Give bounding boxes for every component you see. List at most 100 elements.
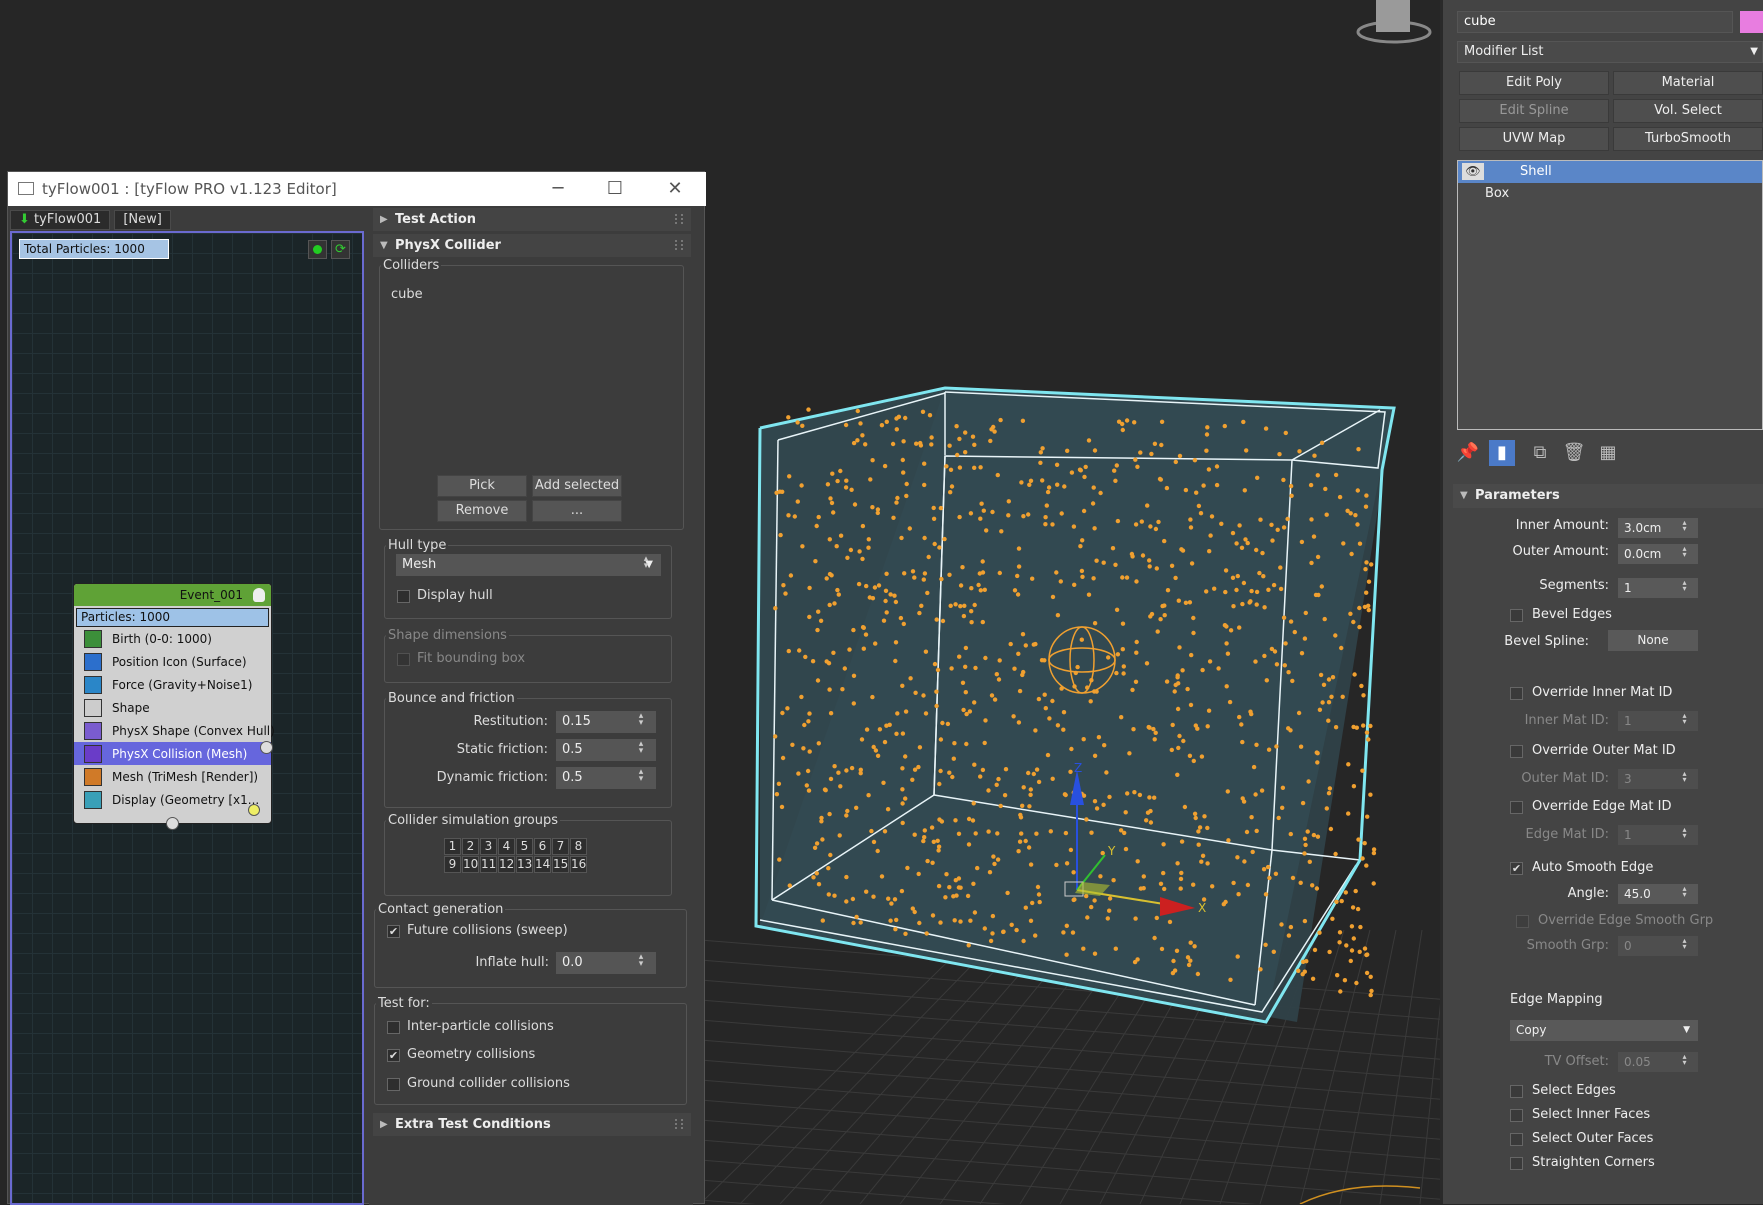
object-name-field[interactable]: cube	[1457, 11, 1733, 33]
flow-graph[interactable]: Total Particles: 1000 ⟳ Event_001 Partic…	[10, 231, 364, 1205]
eye-icon[interactable]: 👁	[1462, 163, 1484, 180]
event-header[interactable]: Event_001	[74, 584, 271, 606]
operator-item[interactable]: Mesh (TriMesh [Render])	[74, 765, 271, 788]
modifier-button[interactable]: Edit Spline	[1459, 99, 1609, 123]
edge-mapping-dropdown[interactable]: Copy ▼	[1510, 1020, 1698, 1041]
operator-item[interactable]: PhysX Shape (Convex Hull)	[74, 719, 275, 742]
modifier-stack[interactable]: 👁 Shell Box	[1457, 160, 1763, 430]
modifier-button[interactable]: TurboSmooth	[1613, 127, 1763, 151]
stack-item-shell[interactable]: 👁 Shell	[1458, 161, 1762, 183]
simulation-group-button[interactable]: 8	[570, 838, 587, 855]
fit-bounding-box-checkbox[interactable]	[397, 653, 410, 666]
pin-stack-icon[interactable]: 📌	[1455, 440, 1481, 466]
override-edge-checkbox[interactable]	[1510, 801, 1523, 814]
add-selected-button[interactable]: Add selected	[532, 475, 622, 497]
object-color-swatch[interactable]	[1740, 11, 1763, 33]
bevel-spline-button[interactable]: None	[1608, 630, 1698, 651]
output-port[interactable]	[260, 741, 273, 754]
simulation-group-button[interactable]: 16	[570, 856, 587, 873]
override-outer-checkbox[interactable]	[1510, 745, 1523, 758]
simulation-group-button[interactable]: 13	[516, 856, 533, 873]
simulation-group-button[interactable]: 3	[480, 838, 497, 855]
simulation-group-button[interactable]: 9	[444, 856, 461, 873]
enable-icon[interactable]	[308, 240, 327, 259]
simulation-group-button[interactable]: 2	[462, 838, 479, 855]
operator-item[interactable]: Force (Gravity+Noise1)	[74, 673, 271, 696]
outer-mat-spinner[interactable]: 3	[1618, 769, 1698, 789]
inflate-hull-spinner[interactable]: 0.0	[556, 952, 656, 974]
simulation-group-button[interactable]: 14	[534, 856, 551, 873]
auto-smooth-checkbox[interactable]: ✔	[1510, 862, 1523, 875]
inner-amount-spinner[interactable]: 3.0cm	[1618, 518, 1698, 538]
rollout-extra-test-conditions[interactable]: ▶ Extra Test Conditions	[373, 1113, 691, 1136]
collider-item[interactable]: cube	[391, 287, 423, 302]
operator-item[interactable]: Birth (0-0: 1000)	[74, 627, 271, 650]
override-inner-checkbox[interactable]	[1510, 687, 1523, 700]
simulation-group-button[interactable]: 10	[462, 856, 479, 873]
simulation-group-button[interactable]: 7	[552, 838, 569, 855]
modifier-button[interactable]: Material	[1613, 71, 1763, 95]
stack-item-box[interactable]: Box	[1458, 183, 1762, 205]
simulation-group-button[interactable]: 15	[552, 856, 569, 873]
hull-type-dropdown[interactable]: Mesh ▼	[396, 554, 661, 576]
simulation-group-button[interactable]: 4	[498, 838, 515, 855]
remove-button[interactable]: Remove	[437, 500, 527, 522]
make-unique-icon[interactable]: ⧉	[1527, 440, 1553, 466]
geometry-collisions-checkbox[interactable]: ✔	[387, 1049, 400, 1062]
pick-button[interactable]: Pick	[437, 475, 527, 497]
particle	[1162, 613, 1167, 618]
edge-mat-spinner[interactable]: 1	[1618, 825, 1698, 845]
rollout-physx-collider[interactable]: ▼ PhysX Collider	[373, 234, 691, 257]
parameters-rollout[interactable]: ▼ Parameters	[1453, 484, 1763, 508]
minimize-icon[interactable]: ─	[539, 176, 577, 202]
simulation-group-button[interactable]: 12	[498, 856, 515, 873]
ground-collisions-checkbox[interactable]	[387, 1078, 400, 1091]
operator-item[interactable]: Display (Geometry [x1...	[74, 788, 271, 811]
tv-offset-spinner[interactable]: 0.05	[1618, 1052, 1698, 1072]
angle-spinner[interactable]: 45.0	[1618, 884, 1698, 904]
editor-title-bar[interactable]: tyFlow001 : [tyFlow PRO v1.123 Editor] ─…	[8, 172, 706, 206]
modifier-button[interactable]: UVW Map	[1459, 127, 1609, 151]
configure-sets-icon[interactable]: ▦	[1595, 440, 1621, 466]
modifier-list-dropdown[interactable]: Modifier List ▼	[1457, 41, 1763, 63]
select-inner-checkbox[interactable]	[1510, 1109, 1523, 1122]
tab-tyflow001[interactable]: ⬇ tyFlow001	[10, 210, 111, 230]
inter-particle-checkbox[interactable]	[387, 1021, 400, 1034]
refresh-icon[interactable]: ⟳	[331, 240, 350, 259]
select-edges-checkbox[interactable]	[1510, 1085, 1523, 1098]
trash-icon[interactable]: 🗑	[1561, 440, 1587, 466]
modifier-button[interactable]: Edit Poly	[1459, 71, 1609, 95]
operator-item[interactable]: Shape	[74, 696, 271, 719]
override-smooth-checkbox[interactable]	[1516, 915, 1529, 928]
maximize-icon[interactable]: ☐	[596, 176, 634, 202]
display-hull-checkbox[interactable]	[397, 590, 410, 603]
event-node[interactable]: Event_001 Particles: 1000 Birth (0-0: 10…	[73, 583, 275, 830]
more-button[interactable]: ...	[532, 500, 622, 522]
segments-spinner[interactable]: 1	[1618, 578, 1698, 598]
display-toggle-icon[interactable]	[248, 804, 260, 816]
bevel-edges-checkbox[interactable]	[1510, 609, 1523, 622]
smooth-grp-spinner[interactable]: 0	[1618, 936, 1698, 956]
simulation-group-button[interactable]: 5	[516, 838, 533, 855]
outer-amount-spinner[interactable]: 0.0cm	[1618, 544, 1698, 564]
modifier-button[interactable]: Vol. Select	[1613, 99, 1763, 123]
lightbulb-icon[interactable]	[253, 588, 265, 602]
operator-item[interactable]: Position Icon (Surface)	[74, 650, 271, 673]
close-icon[interactable]: ✕	[656, 176, 694, 202]
static-friction-spinner[interactable]: 0.5	[556, 739, 656, 761]
inner-mat-spinner[interactable]: 1	[1618, 711, 1698, 731]
straighten-checkbox[interactable]	[1510, 1157, 1523, 1170]
tab-new[interactable]: [New]	[114, 210, 171, 230]
future-collisions-checkbox[interactable]: ✔	[387, 925, 400, 938]
simulation-group-button[interactable]: 1	[444, 838, 461, 855]
input-port[interactable]	[166, 817, 179, 830]
dynamic-friction-spinner[interactable]: 0.5	[556, 767, 656, 789]
viewcube-icon[interactable]	[1356, 0, 1432, 44]
select-outer-checkbox[interactable]	[1510, 1133, 1523, 1146]
operator-item[interactable]: PhysX Collision (Mesh)	[74, 742, 271, 765]
restitution-spinner[interactable]: 0.15	[556, 711, 656, 733]
simulation-group-button[interactable]: 11	[480, 856, 497, 873]
rollout-test-action[interactable]: ▶ Test Action	[373, 208, 691, 231]
simulation-group-button[interactable]: 6	[534, 838, 551, 855]
show-end-result-icon[interactable]: ▮	[1489, 440, 1515, 466]
